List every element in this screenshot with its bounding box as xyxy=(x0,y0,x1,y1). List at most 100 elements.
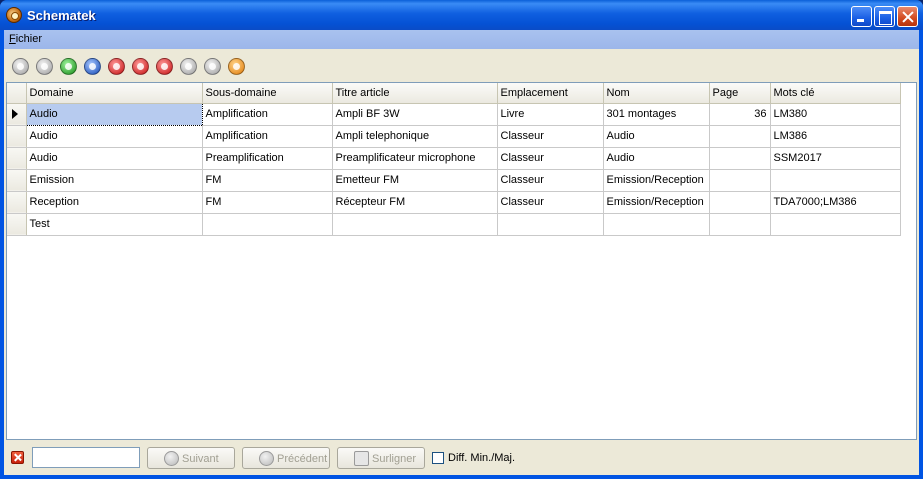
column-header[interactable]: Emplacement xyxy=(497,83,604,104)
close-button[interactable] xyxy=(897,6,918,27)
row-indicator[interactable] xyxy=(7,213,27,236)
case-sensitive-checkbox[interactable] xyxy=(432,452,444,464)
grid-cell[interactable] xyxy=(709,125,771,148)
menu-file-mnemonic: F xyxy=(9,33,16,45)
next-record-icon[interactable] xyxy=(60,58,77,75)
title-bar[interactable]: Schematek xyxy=(0,0,923,30)
grid-cell[interactable]: Amplification xyxy=(202,125,333,148)
previous-match-label: Précédent xyxy=(277,453,328,465)
row-indicator[interactable] xyxy=(7,147,27,170)
grid-cell[interactable]: 36 xyxy=(709,103,771,126)
column-header[interactable]: Nom xyxy=(603,83,710,104)
app-icon[interactable] xyxy=(6,7,22,23)
arrow-up-icon xyxy=(259,451,274,466)
grid-cell[interactable]: Emission/Reception xyxy=(603,191,710,214)
current-row-arrow-icon xyxy=(12,108,18,119)
grid-cell[interactable]: Classeur xyxy=(497,147,604,170)
delete-record-icon[interactable] xyxy=(132,58,149,75)
grid-cell[interactable]: Amplification xyxy=(202,103,333,126)
next-match-label: Suivant xyxy=(182,453,219,465)
search-bar: Suivant Précédent Surligner Diff. Min./M… xyxy=(4,443,919,473)
main-window: Schematek Fichier Domaine Sous-domaine Tit… xyxy=(0,0,923,479)
grid-cell[interactable] xyxy=(770,169,901,192)
grid-cell[interactable] xyxy=(202,213,333,236)
table-row[interactable]: Audio Preamplification Preamplificateur mi… xyxy=(7,147,901,170)
table-row[interactable]: Audio Amplification Ampli telephonique Clas… xyxy=(7,125,901,148)
grid-cell[interactable]: Classeur xyxy=(497,191,604,214)
grid-cell[interactable]: Livre xyxy=(497,103,604,126)
table-row[interactable]: Test xyxy=(7,213,901,236)
grid-corner xyxy=(7,83,27,104)
table-row[interactable]: Reception FM Récepteur FM Classeur Emission/… xyxy=(7,191,901,214)
grid-cell[interactable]: FM xyxy=(202,169,333,192)
grid-cell[interactable]: Ampli telephonique xyxy=(332,125,498,148)
clear-search-icon[interactable] xyxy=(11,451,24,464)
menu-file[interactable]: Fichier xyxy=(9,33,42,45)
row-indicator[interactable] xyxy=(7,169,27,192)
grid-cell[interactable]: Preamplification xyxy=(202,147,333,170)
first-record-icon[interactable] xyxy=(12,58,29,75)
insert-record-icon[interactable] xyxy=(108,58,125,75)
grid-cell[interactable]: Emission xyxy=(26,169,203,192)
grid-cell[interactable]: Audio xyxy=(25,102,203,126)
grid-cell[interactable]: SSM2017 xyxy=(770,147,901,170)
column-header[interactable]: Sous-domaine xyxy=(202,83,333,104)
previous-match-button[interactable]: Précédent xyxy=(242,447,330,469)
grid-cell[interactable]: Audio xyxy=(603,147,710,170)
post-edit-icon[interactable] xyxy=(180,58,197,75)
row-indicator[interactable] xyxy=(7,191,27,214)
refresh-data-icon[interactable] xyxy=(228,58,245,75)
minimize-button[interactable] xyxy=(851,6,872,27)
highlight-button[interactable]: Surligner xyxy=(337,447,425,469)
edit-record-icon[interactable] xyxy=(156,58,173,75)
navigator-toolbar xyxy=(4,51,919,81)
table-row[interactable]: Emission FM Emetteur FM Classeur Emission/Re… xyxy=(7,169,901,192)
cancel-edit-icon[interactable] xyxy=(204,58,221,75)
last-record-icon[interactable] xyxy=(84,58,101,75)
grid-cell[interactable]: Récepteur FM xyxy=(332,191,498,214)
menu-bar: Fichier xyxy=(4,30,919,49)
window-title: Schematek xyxy=(27,8,96,23)
grid-cell[interactable]: LM386 xyxy=(770,125,901,148)
arrow-down-icon xyxy=(164,451,179,466)
maximize-button[interactable] xyxy=(874,6,895,27)
search-input[interactable] xyxy=(32,447,140,468)
grid-cell[interactable] xyxy=(770,213,901,236)
table-row[interactable]: Audio Amplification Ampli BF 3W Livre 301 mo… xyxy=(7,102,901,126)
grid-cell[interactable] xyxy=(603,213,710,236)
grid-cell[interactable]: Emetteur FM xyxy=(332,169,498,192)
row-indicator[interactable] xyxy=(7,103,27,126)
grid-cell[interactable]: LM380 xyxy=(770,103,901,126)
column-header[interactable]: Domaine xyxy=(26,83,203,104)
grid-cell[interactable]: Classeur xyxy=(497,125,604,148)
grid-cell[interactable]: Preamplificateur microphone xyxy=(332,147,498,170)
data-grid[interactable]: Domaine Sous-domaine Titre article Emplacem… xyxy=(6,82,917,440)
grid-cell[interactable] xyxy=(497,213,604,236)
grid-cell[interactable] xyxy=(709,213,771,236)
column-header[interactable]: Titre article xyxy=(332,83,498,104)
next-match-button[interactable]: Suivant xyxy=(147,447,235,469)
grid-cell[interactable] xyxy=(709,147,771,170)
grid-cell[interactable]: 301 montages xyxy=(603,103,710,126)
grid-cell[interactable]: FM xyxy=(202,191,333,214)
grid-cell[interactable]: Classeur xyxy=(497,169,604,192)
grid-cell[interactable]: Audio xyxy=(603,125,710,148)
grid-cell[interactable] xyxy=(709,169,771,192)
column-header[interactable]: Page xyxy=(709,83,771,104)
grid-cell[interactable] xyxy=(709,191,771,214)
highlight-icon xyxy=(354,451,369,466)
grid-cell[interactable]: Ampli BF 3W xyxy=(332,103,498,126)
grid-cell[interactable]: Reception xyxy=(26,191,203,214)
grid-cell[interactable]: Audio xyxy=(26,125,203,148)
row-indicator[interactable] xyxy=(7,125,27,148)
grid-cell[interactable]: Audio xyxy=(26,147,203,170)
grid-cell[interactable] xyxy=(332,213,498,236)
grid-cell[interactable]: Test xyxy=(26,213,203,236)
client-area: Fichier Domaine Sous-domaine Titre article… xyxy=(4,30,919,475)
grid-table: Domaine Sous-domaine Titre article Emplacem… xyxy=(7,83,901,236)
column-header[interactable]: Mots clé xyxy=(770,83,901,104)
previous-record-icon[interactable] xyxy=(36,58,53,75)
grid-cell[interactable]: Emission/Reception xyxy=(603,169,710,192)
grid-cell[interactable]: TDA7000;LM386 xyxy=(770,191,901,214)
menu-file-label: ichier xyxy=(15,33,43,45)
